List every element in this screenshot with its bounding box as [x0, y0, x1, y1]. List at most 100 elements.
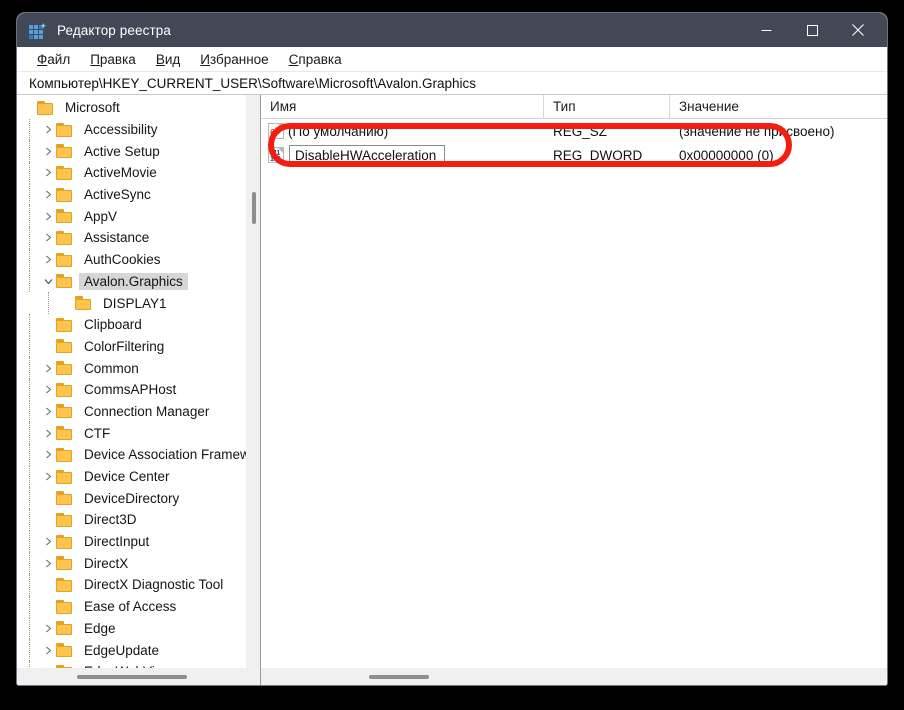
menu-item-1[interactable]: Правка — [80, 52, 146, 67]
value-type-cell: REG_DWORD — [553, 147, 643, 163]
maximize-icon[interactable] — [789, 13, 835, 47]
column-header-type[interactable]: Тип — [544, 94, 670, 119]
menu-item-2[interactable]: Вид — [146, 52, 190, 67]
folder-icon — [75, 296, 92, 311]
folder-icon — [56, 317, 73, 332]
title-bar[interactable]: ✦ Редактор реестра — [17, 13, 887, 47]
tree-node-label: DirectX Diagnostic Tool — [84, 577, 224, 593]
tree-node-label: DISPLAY1 — [103, 295, 167, 311]
chevron-right-icon[interactable] — [40, 429, 56, 438]
tree-node[interactable]: Ease of Access — [17, 595, 246, 618]
tree-node[interactable]: Avalon.Graphics — [17, 270, 246, 293]
tree-node[interactable]: AppV — [17, 205, 246, 228]
tree-guide-line — [29, 205, 30, 228]
tree-node-label: Assistance — [84, 230, 150, 246]
folder-icon — [56, 274, 73, 289]
value-rename-input[interactable]: DisableHWAcceleration — [289, 145, 445, 165]
chevron-right-icon[interactable] — [40, 537, 56, 546]
values-list-pane: Имя Тип Значение ab (По умолчанию) REG_SZ (… — [261, 94, 887, 685]
tree-horizontal-scrollbar[interactable] — [17, 668, 260, 685]
tree-node[interactable]: AuthCookies — [17, 248, 246, 271]
chevron-down-icon[interactable] — [40, 278, 56, 285]
value-row[interactable]: 011 100 DisableHWAcceleration REG_DWORD 0x00… — [261, 143, 887, 167]
folder-icon — [56, 361, 73, 376]
values-list-body[interactable]: ab (По умолчанию) REG_SZ (значение не присв… — [261, 119, 887, 668]
chevron-right-icon[interactable] — [40, 385, 56, 394]
menu-item-4[interactable]: Справка — [279, 52, 352, 67]
column-header-name[interactable]: Имя — [261, 94, 544, 119]
tree-node[interactable]: ActiveMovie — [17, 162, 246, 184]
folder-icon — [56, 599, 73, 614]
menu-item-0[interactable]: Файл — [27, 52, 80, 67]
tree-node[interactable]: EdgeUpdate — [17, 639, 246, 661]
tree-node-label: Edge — [84, 620, 116, 636]
chevron-right-icon[interactable] — [40, 125, 56, 134]
value-name-cell[interactable]: ab (По умолчанию) — [261, 119, 544, 143]
tree-node-label: DirectInput — [84, 534, 150, 550]
tree-node[interactable]: DISPLAY1 — [17, 292, 246, 314]
chevron-right-icon[interactable] — [40, 407, 56, 416]
chevron-right-icon[interactable] — [40, 559, 56, 568]
tree-node[interactable]: DirectInput — [17, 530, 246, 553]
tree-node[interactable]: Microsoft — [17, 97, 246, 119]
tree-node[interactable]: CTF — [17, 422, 246, 444]
tree-node-label: Active Setup — [84, 143, 160, 159]
chevron-right-icon[interactable] — [40, 255, 56, 264]
folder-icon — [56, 252, 73, 267]
tree-node[interactable]: Device Association Framework — [17, 444, 246, 466]
tree-node[interactable]: Clipboard — [17, 313, 246, 336]
tree-node[interactable]: Connection Manager — [17, 400, 246, 423]
list-horizontal-scrollbar[interactable] — [261, 668, 887, 685]
tree-guide-line — [29, 595, 30, 618]
close-icon[interactable] — [835, 13, 881, 47]
tree-node[interactable]: ActiveSync — [17, 183, 246, 206]
tree-node[interactable]: Accessibility — [17, 118, 246, 141]
list-horizontal-scrollbar-thumb[interactable] — [369, 675, 429, 679]
tree-node[interactable]: Device Center — [17, 465, 246, 488]
tree-guide-line — [29, 487, 30, 510]
tree-node-label: Accessibility — [84, 122, 158, 138]
registry-tree[interactable]: Microsoft Accessibility Active Setup Active… — [17, 95, 246, 668]
tree-node[interactable]: ColorFiltering — [17, 335, 246, 358]
folder-icon — [56, 122, 73, 137]
chevron-right-icon[interactable] — [40, 364, 56, 373]
tree-node[interactable]: EdgeWebView — [17, 660, 246, 668]
tree-guide-line — [29, 444, 30, 466]
folder-icon — [56, 534, 73, 549]
chevron-right-icon[interactable] — [40, 233, 56, 242]
tree-node[interactable]: Direct3D — [17, 509, 246, 531]
tree-vertical-scrollbar-thumb[interactable] — [252, 192, 256, 224]
tree-guide-line — [29, 530, 30, 553]
chevron-right-icon[interactable] — [40, 168, 56, 177]
window-controls — [743, 13, 887, 47]
tree-guide-line — [29, 118, 30, 141]
tree-node[interactable]: Edge — [17, 617, 246, 640]
tree-guide-line — [29, 660, 30, 668]
chevron-right-icon[interactable] — [40, 624, 56, 633]
tree-horizontal-scrollbar-thumb[interactable] — [77, 675, 187, 679]
minimize-icon[interactable] — [743, 13, 789, 47]
chevron-right-icon[interactable] — [40, 190, 56, 199]
value-row[interactable]: ab (По умолчанию) REG_SZ (значение не присв… — [261, 119, 887, 143]
column-header-value[interactable]: Значение — [670, 95, 887, 119]
menu-bar: Файл Правка Вид Избранное Справка — [17, 47, 887, 72]
tree-node[interactable]: DirectX — [17, 552, 246, 575]
address-path-bar[interactable]: Компьютер\HKEY_CURRENT_USER\Software\Mic… — [17, 72, 887, 95]
chevron-right-icon[interactable] — [40, 212, 56, 221]
chevron-right-icon[interactable] — [40, 646, 56, 655]
chevron-right-icon[interactable] — [40, 147, 56, 156]
chevron-right-icon[interactable] — [40, 450, 56, 459]
tree-guide-line — [29, 357, 30, 379]
value-name-cell[interactable]: 011 100 DisableHWAcceleration — [261, 143, 544, 167]
tree-node[interactable]: Assistance — [17, 227, 246, 249]
tree-node[interactable]: CommsAPHost — [17, 378, 246, 401]
tree-node[interactable]: DirectX Diagnostic Tool — [17, 574, 246, 596]
tree-vertical-scrollbar[interactable] — [246, 95, 260, 668]
tree-guide-line — [29, 422, 30, 444]
chevron-right-icon[interactable] — [40, 472, 56, 481]
tree-node[interactable]: Active Setup — [17, 140, 246, 163]
tree-node[interactable]: Common — [17, 357, 246, 379]
tree-node[interactable]: DeviceDirectory — [17, 487, 246, 510]
menu-item-3[interactable]: Избранное — [190, 52, 278, 67]
folder-icon — [56, 469, 73, 484]
